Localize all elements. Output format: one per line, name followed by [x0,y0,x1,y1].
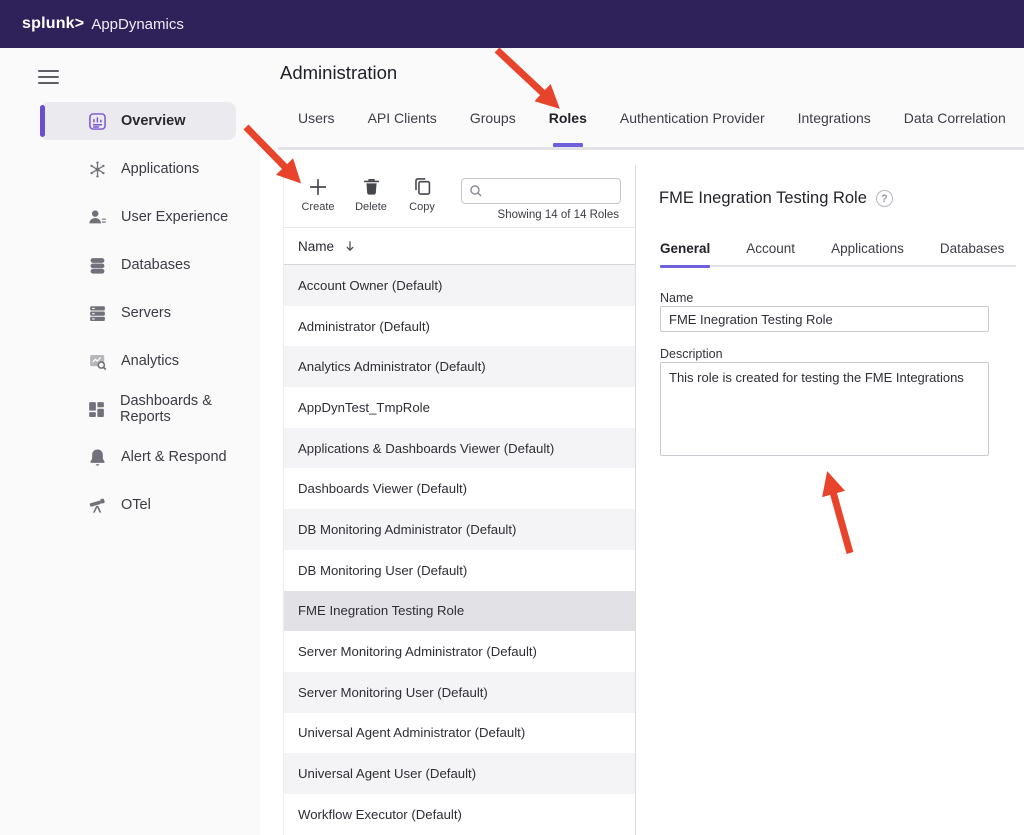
sidebar-item-otel[interactable]: OTel [0,481,260,529]
servers-icon [86,302,108,324]
detail-tabs-divider [660,265,1016,267]
tabs-divider [278,147,1024,150]
detail-tab-databases[interactable]: Databases [940,241,1005,268]
name-column-label: Name [298,239,334,254]
sidebar-item-label: Dashboards & Reports [120,393,260,425]
sidebar-item-label: Analytics [121,353,179,369]
role-row[interactable]: Universal Agent User (Default) [284,753,635,794]
copy-icon [398,174,446,199]
detail-tab-account[interactable]: Account [746,241,795,268]
sidebar-item-overview[interactable]: Overview [0,97,260,145]
tab-api-clients[interactable]: API Clients [368,110,437,147]
role-detail-panel: FME Inegration Testing Role ? General Ac… [659,165,1016,835]
app-window: splunk> AppDynamics Overview [0,0,1024,835]
sidebar-item-label: OTel [121,497,151,513]
role-row[interactable]: Server Monitoring User (Default) [284,672,635,713]
top-bar: splunk> AppDynamics [0,0,1024,48]
role-detail-tabs: General Account Applications Databases [660,241,1004,268]
detail-tab-applications[interactable]: Applications [831,241,904,268]
help-icon[interactable]: ? [876,190,893,207]
sidebar-item-label: Servers [121,305,171,321]
search-icon [469,184,483,198]
role-row[interactable]: Account Owner (Default) [284,265,635,306]
hamburger-menu-icon[interactable] [38,70,59,85]
role-row[interactable]: Universal Agent Administrator (Default) [284,713,635,754]
roles-toolbar: Create Delete [284,165,635,228]
tab-integrations[interactable]: Integrations [798,110,871,147]
role-row[interactable]: Applications & Dashboards Viewer (Defaul… [284,428,635,469]
page-title: Administration [280,62,397,84]
role-row[interactable]: Administrator (Default) [284,306,635,347]
role-row[interactable]: Analytics Administrator (Default) [284,346,635,387]
role-row[interactable]: DB Monitoring User (Default) [284,550,635,591]
tab-roles[interactable]: Roles [549,110,587,147]
tab-groups[interactable]: Groups [470,110,516,147]
sidebar-item-analytics[interactable]: Analytics [0,337,260,385]
sidebar-item-label: Alert & Respond [121,449,227,465]
sidebar-item-label: Applications [121,161,199,177]
sidebar-item-dashboards-reports[interactable]: Dashboards & Reports [0,385,260,433]
otel-telescope-icon [86,494,108,516]
roles-column-header: Name [284,228,635,265]
sidebar-item-label: Overview [121,113,186,129]
tab-users[interactable]: Users [298,110,335,147]
applications-icon [86,158,108,180]
role-row[interactable]: AppDynTest_TmpRole [284,387,635,428]
tab-data-correlation[interactable]: Data Correlation [904,110,1006,147]
description-field-label: Description [660,347,723,361]
sidebar-item-applications[interactable]: Applications [0,145,260,193]
sidebar-item-servers[interactable]: Servers [0,289,260,337]
role-detail-title: FME Inegration Testing Role [659,189,867,208]
role-row[interactable]: Dashboards Viewer (Default) [284,468,635,509]
role-row-selected[interactable]: FME Inegration Testing Role [284,591,635,632]
roles-search-box [461,178,621,204]
alert-bell-icon [86,446,108,468]
plus-icon [294,174,342,199]
roles-count-summary: Showing 14 of 14 Roles [498,209,619,221]
name-field-label: Name [660,291,693,305]
splunk-logo: splunk> [22,15,84,33]
overview-icon [86,110,108,132]
role-description-textarea[interactable]: This role is created for testing the FME… [660,362,989,456]
sidebar-nav: Overview Applications [0,97,260,529]
role-detail-title-row: FME Inegration Testing Role ? [659,189,893,208]
analytics-icon [86,350,108,372]
databases-icon [86,254,108,276]
tab-authentication-provider[interactable]: Authentication Provider [620,110,765,147]
sidebar-item-user-experience[interactable]: User Experience [0,193,260,241]
dashboards-reports-icon [86,398,107,420]
trash-icon [347,174,395,199]
role-row[interactable]: DB Monitoring Administrator (Default) [284,509,635,550]
sidebar-item-databases[interactable]: Databases [0,241,260,289]
detail-tab-general[interactable]: General [660,241,710,268]
roles-search-input[interactable] [489,183,613,199]
roles-list-panel: Create Delete [283,165,636,835]
sidebar-item-label: Databases [121,257,190,273]
copy-role-button[interactable]: Copy [398,174,446,213]
user-experience-icon [86,206,108,228]
role-row[interactable]: Server Monitoring Administrator (Default… [284,631,635,672]
sidebar: Overview Applications [0,48,260,835]
role-name-input[interactable] [660,306,989,332]
sort-descending-icon[interactable] [343,239,357,253]
delete-role-button[interactable]: Delete [347,174,395,213]
sidebar-item-label: User Experience [121,209,228,225]
appdynamics-brand: AppDynamics [91,16,184,33]
role-row[interactable]: Workflow Executor (Default) [284,794,635,835]
admin-tabs: Users API Clients Groups Roles Authentic… [298,110,1006,147]
create-role-button[interactable]: Create [294,174,342,213]
sidebar-item-alert-respond[interactable]: Alert & Respond [0,433,260,481]
